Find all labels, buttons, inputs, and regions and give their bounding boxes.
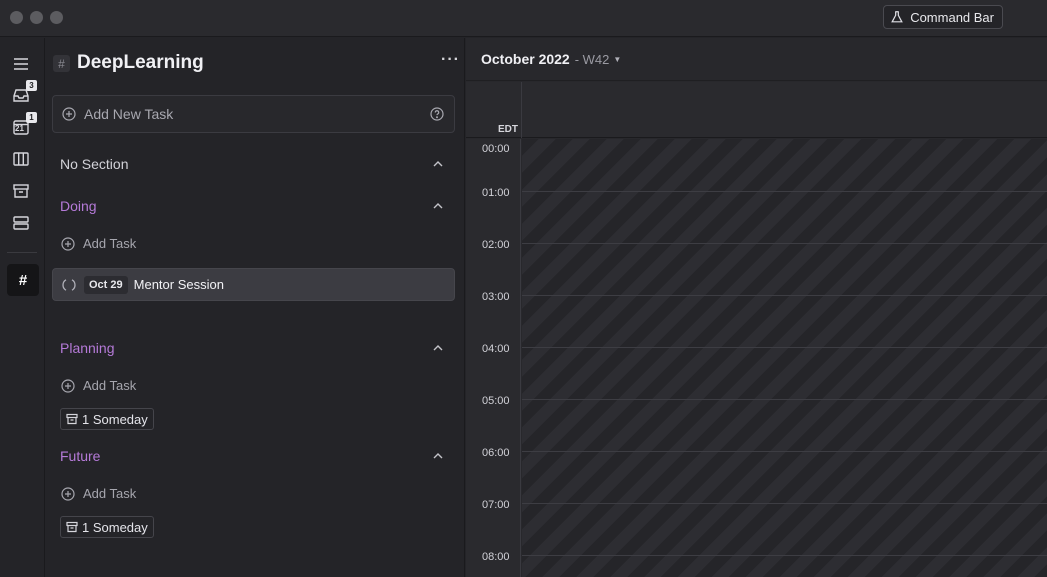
hour-line xyxy=(522,191,1047,192)
section-header-doing[interactable]: Doing xyxy=(60,198,97,214)
project-title: DeepLearning xyxy=(77,52,204,73)
plus-circle-icon xyxy=(61,236,75,251)
task-card[interactable]: Oct 29 Mentor Session xyxy=(52,268,455,301)
project-hash-button[interactable]: # xyxy=(7,264,39,296)
hour-label: 03:00 xyxy=(482,291,510,303)
calendar-day: 21 xyxy=(15,124,24,133)
caret-down-icon[interactable]: ▼ xyxy=(613,55,621,64)
hour-label: 05:00 xyxy=(482,395,510,407)
chevron-up-icon[interactable] xyxy=(432,200,444,212)
calendar-badge: 1 xyxy=(26,112,37,123)
archive-icon[interactable] xyxy=(11,181,31,201)
plus-circle-icon xyxy=(61,378,75,393)
plus-circle-icon xyxy=(61,486,75,501)
hour-label: 04:00 xyxy=(482,343,510,355)
task-status-icon[interactable] xyxy=(62,278,76,292)
someday-label: 1 Someday xyxy=(82,411,148,427)
someday-label: 1 Someday xyxy=(82,519,148,535)
inbox-icon[interactable]: 3 xyxy=(11,80,37,105)
close-window-button[interactable] xyxy=(10,11,23,24)
minimize-window-button[interactable] xyxy=(30,11,43,24)
hour-label: 02:00 xyxy=(482,239,510,251)
more-options-button[interactable]: ··· xyxy=(441,51,460,69)
add-task-button-planning[interactable]: Add Task xyxy=(61,378,136,393)
add-task-button-doing[interactable]: Add Task xyxy=(61,236,136,251)
section-header-no-section[interactable]: No Section xyxy=(60,156,128,172)
icon-rail: 3 21 1 # xyxy=(0,38,45,577)
title-bar: Command Bar xyxy=(0,0,1047,37)
hour-line xyxy=(522,243,1047,244)
calendar-header: October 2022 - W42 ▼ xyxy=(466,38,1047,81)
help-icon[interactable] xyxy=(430,107,444,121)
calendar-pane: October 2022 - W42 ▼ EDT 00:00 01:00 02:00… xyxy=(466,38,1047,577)
add-new-task-input[interactable]: Add New Task xyxy=(52,95,455,133)
inbox-badge: 3 xyxy=(26,80,37,91)
add-new-task-placeholder: Add New Task xyxy=(84,106,174,122)
time-gutter xyxy=(466,139,521,577)
add-task-label: Add Task xyxy=(83,236,137,251)
hour-line xyxy=(522,347,1047,348)
hour-line xyxy=(522,399,1047,400)
stack-icon[interactable] xyxy=(11,213,31,233)
hour-label: 06:00 xyxy=(482,447,510,459)
plus-circle-icon xyxy=(62,107,76,121)
project-panel: # DeepLearning ··· Add New Task No Secti… xyxy=(46,38,465,577)
calendar-month: October 2022 xyxy=(481,51,570,67)
someday-button-future[interactable]: 1 Someday xyxy=(60,516,154,538)
calendar-icon[interactable]: 21 1 xyxy=(11,112,37,137)
week-selector[interactable]: - W42 xyxy=(575,52,610,67)
chevron-up-icon[interactable] xyxy=(432,158,444,170)
archive-box-icon xyxy=(66,413,78,425)
task-date-chip: Oct 29 xyxy=(84,275,128,294)
archive-box-icon xyxy=(66,521,78,533)
board-icon[interactable] xyxy=(11,149,31,169)
menu-icon[interactable] xyxy=(11,54,31,74)
add-task-label: Add Task xyxy=(83,486,137,501)
rail-divider xyxy=(7,252,37,253)
project-hash-icon: # xyxy=(53,55,70,72)
task-title: Mentor Session xyxy=(133,277,224,292)
command-bar-label: Command Bar xyxy=(910,9,994,25)
hour-label: 08:00 xyxy=(482,551,510,563)
chevron-up-icon[interactable] xyxy=(432,342,444,354)
command-bar-button[interactable]: Command Bar xyxy=(883,5,1003,29)
hour-grid[interactable]: 00:00 01:00 02:00 03:00 04:00 05:00 06:00 07:00… xyxy=(466,139,1047,577)
hour-label: 07:00 xyxy=(482,499,510,511)
section-header-planning[interactable]: Planning xyxy=(60,340,115,356)
add-task-label: Add Task xyxy=(83,378,137,393)
someday-button-planning[interactable]: 1 Someday xyxy=(60,408,154,430)
hatched-day-area[interactable] xyxy=(522,139,1047,577)
chevron-up-icon[interactable] xyxy=(432,450,444,462)
timezone-label: EDT xyxy=(498,124,518,135)
hour-line xyxy=(522,295,1047,296)
hour-label: 00:00 xyxy=(482,143,510,155)
hour-line xyxy=(522,503,1047,504)
add-task-button-future[interactable]: Add Task xyxy=(61,486,136,501)
section-header-future[interactable]: Future xyxy=(60,448,100,464)
hour-line xyxy=(522,451,1047,452)
zoom-window-button[interactable] xyxy=(50,11,63,24)
hour-label: 01:00 xyxy=(482,187,510,199)
all-day-divider xyxy=(521,82,522,138)
flask-icon xyxy=(891,11,904,23)
hour-line xyxy=(522,555,1047,556)
all-day-row: EDT xyxy=(466,82,1047,138)
